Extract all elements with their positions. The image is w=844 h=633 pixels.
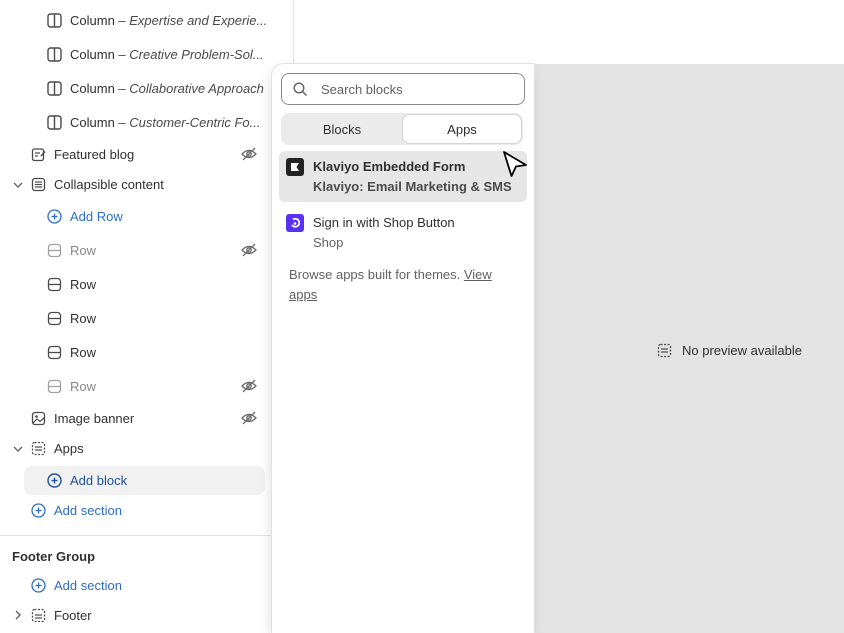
row-icon [46, 242, 62, 258]
sidebar-item-row-3[interactable]: Row [46, 304, 96, 332]
column-label: Column [70, 46, 115, 62]
mouse-cursor-icon [500, 148, 530, 183]
column-icon [46, 80, 62, 96]
featured-blog-label: Featured blog [54, 146, 135, 162]
sidebar-item-row-2[interactable]: Row [46, 270, 96, 298]
sidebar: Column – Expertise and Experie... Column… [0, 0, 294, 633]
sidebar-item-image-banner[interactable]: Image banner [30, 404, 134, 432]
sidebar-item-column-3[interactable]: Column – Collaborative Approach [46, 74, 264, 102]
eye-off-icon[interactable] [240, 409, 258, 427]
no-preview-label: No preview available [682, 342, 802, 358]
sidebar-item-column-2[interactable]: Column – Creative Problem-Sol... [46, 40, 264, 68]
column-detail: – Creative Problem-Sol... [118, 46, 264, 62]
sidebar-item-collapsible-content[interactable]: Collapsible content [30, 170, 164, 198]
search-box[interactable] [281, 73, 525, 105]
add-row-label: Add Row [70, 208, 123, 224]
chevron-down-icon[interactable] [11, 178, 25, 192]
collapsible-icon [30, 176, 46, 192]
app-block-provider: Shop [313, 235, 344, 250]
preview-top-area [296, 0, 844, 64]
sidebar-item-row-1[interactable]: Row [46, 236, 96, 264]
divider [0, 535, 293, 536]
column-icon [46, 46, 62, 62]
sidebar-item-column-1[interactable]: Column – Expertise and Experie... [46, 6, 267, 34]
sidebar-item-row-4[interactable]: Row [46, 338, 96, 366]
image-banner-label: Image banner [54, 410, 135, 426]
plus-circle-icon [46, 472, 62, 488]
plus-circle-icon [30, 577, 46, 593]
app-block-name: Sign in with Shop Button [313, 215, 455, 230]
app-block-name: Klaviyo Embedded Form [313, 159, 466, 174]
row-label: Row [70, 276, 97, 292]
section-placeholder-icon [656, 342, 672, 358]
column-detail: – Expertise and Experie... [118, 12, 268, 28]
add-section-label: Add section [54, 502, 122, 518]
eye-off-icon[interactable] [240, 241, 258, 259]
plus-circle-icon [46, 208, 62, 224]
plus-circle-icon [30, 502, 46, 518]
column-detail: – Collaborative Approach [118, 80, 264, 96]
block-type-tabs: Blocks Apps [281, 113, 523, 145]
chevron-right-icon[interactable] [11, 608, 25, 622]
tab-blocks[interactable]: Blocks [283, 115, 401, 143]
row-icon [46, 378, 62, 394]
apps-label: Apps [54, 440, 84, 456]
row-label: Row [70, 378, 97, 394]
chevron-down-icon[interactable] [11, 442, 25, 456]
column-icon [46, 114, 62, 130]
sidebar-item-row-5[interactable]: Row [46, 372, 96, 400]
footer-label: Footer [54, 607, 92, 623]
search-icon [293, 81, 308, 97]
footer-add-section-button[interactable]: Add section [30, 571, 122, 599]
row-label: Row [70, 310, 97, 326]
app-block-item-shop[interactable]: Sign in with Shop Button Shop [279, 207, 527, 255]
tab-apps[interactable]: Apps [403, 115, 521, 143]
row-icon [46, 310, 62, 326]
eye-off-icon[interactable] [240, 145, 258, 163]
collapsible-content-label: Collapsible content [54, 176, 164, 192]
add-block-button[interactable]: Add block [46, 466, 127, 494]
app-block-provider: Klaviyo: Email Marketing & SMS [313, 179, 512, 194]
column-label: Column [70, 80, 115, 96]
row-label: Row [70, 242, 97, 258]
browse-apps-label: Browse apps built for themes. [289, 267, 464, 282]
row-icon [46, 276, 62, 292]
blog-icon [30, 146, 46, 162]
add-block-popover: Blocks Apps Klaviyo Embedded Form Klaviy… [272, 64, 534, 633]
footer-icon [30, 607, 46, 623]
shop-icon [286, 214, 304, 232]
add-row-button[interactable]: Add Row [46, 202, 123, 230]
eye-off-icon[interactable] [240, 377, 258, 395]
add-block-label: Add block [70, 472, 128, 488]
column-icon [46, 12, 62, 28]
apps-icon [30, 440, 46, 456]
sidebar-item-featured-blog[interactable]: Featured blog [30, 140, 134, 168]
klaviyo-icon [286, 158, 304, 176]
column-label: Column [70, 114, 115, 130]
sidebar-item-apps[interactable]: Apps [30, 434, 84, 462]
column-detail: – Customer-Centric Fo... [118, 114, 261, 130]
browse-apps-text: Browse apps built for themes. View apps [289, 265, 521, 305]
sidebar-item-column-4[interactable]: Column – Customer-Centric Fo... [46, 108, 261, 136]
add-section-button[interactable]: Add section [30, 496, 122, 524]
image-icon [30, 410, 46, 426]
sidebar-item-footer[interactable]: Footer [30, 601, 92, 629]
footer-group-title: Footer Group [12, 549, 96, 564]
no-preview-message: No preview available [656, 342, 802, 358]
search-input[interactable] [319, 80, 513, 98]
row-label: Row [70, 344, 97, 360]
row-icon [46, 344, 62, 360]
footer-add-section-label: Add section [54, 577, 122, 593]
app-block-item-klaviyo[interactable]: Klaviyo Embedded Form Klaviyo: Email Mar… [279, 151, 527, 202]
column-label: Column [70, 12, 115, 28]
